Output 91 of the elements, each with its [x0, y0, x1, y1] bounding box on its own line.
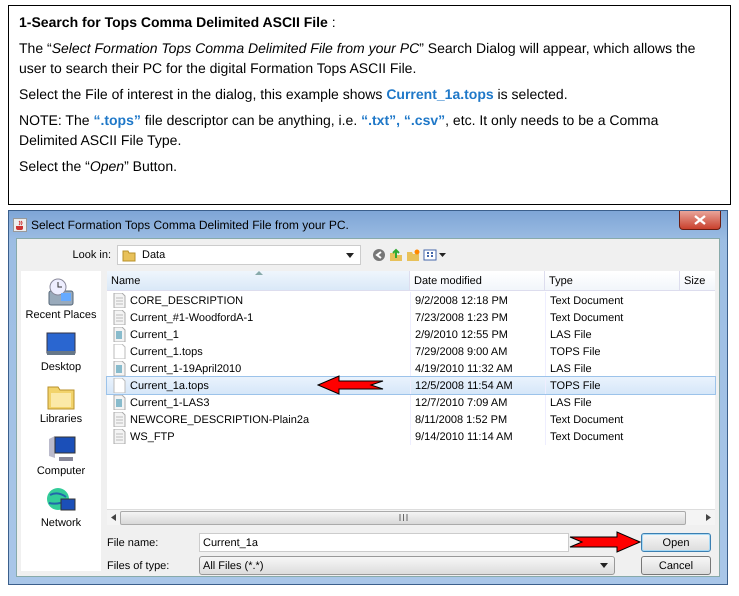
file-name: Current_1a.tops	[130, 380, 209, 392]
file-name: Current_#1-WoodfordA-1	[130, 312, 254, 324]
scroll-right-icon	[706, 514, 711, 521]
horizontal-scrollbar[interactable]	[107, 509, 715, 525]
instruction-text: Select the File of interest in the dialog, this example shows Current_1a.tops is selected.	[19, 85, 569, 104]
scroll-left-icon	[111, 514, 116, 521]
file-date: 9/14/2010 11:14 AM	[410, 428, 545, 445]
places-label: Recent Places	[26, 309, 96, 321]
arrow-annotation	[317, 375, 385, 395]
folder-icon	[122, 248, 136, 262]
file-row[interactable]: Current_1.tops 7/29/2008 9:00 AM TOPS File	[107, 343, 715, 360]
file-type: Text Document	[545, 309, 680, 326]
file-name-field[interactable]: Current_1a	[199, 533, 569, 552]
places-label: Libraries	[40, 413, 82, 425]
column-header[interactable]: Name	[107, 271, 410, 290]
dialog-button[interactable]: Open	[641, 533, 711, 552]
window-title: Select Formation Tops Comma Delimited File from your PC.	[31, 218, 350, 232]
files-of-type-dropdown[interactable]: All Files (*.*)	[199, 556, 615, 575]
places-label: Computer	[36, 465, 86, 477]
file-row[interactable]: Current_1a.tops 12/5/2008 11:54 AM TOPS File	[107, 377, 715, 394]
instruction-text: Select the “Open” Button.	[19, 157, 178, 176]
close-icon	[694, 215, 706, 225]
file-date: 8/11/2008 1:52 PM	[410, 411, 545, 428]
file-row[interactable]: WS_FTP 9/14/2010 11:14 AM Text Document	[107, 428, 715, 445]
file-date: 12/7/2010 7:09 AM	[410, 394, 545, 411]
file-name: Current_1	[130, 328, 179, 340]
up-folder-button[interactable]	[388, 247, 404, 263]
file-name: Current_1-LAS3	[130, 396, 210, 408]
java-cup-icon	[13, 218, 27, 232]
file-date: 9/2/2008 12:18 PM	[410, 292, 545, 309]
file-date: 7/29/2008 9:00 AM	[410, 343, 545, 360]
file-name-label: File name:	[107, 536, 160, 548]
dropdown-caret-icon	[600, 563, 608, 568]
column-header[interactable]: Date modified	[410, 271, 545, 290]
file-icon	[113, 412, 126, 427]
file-date: 12/5/2008 11:54 AM	[410, 377, 545, 394]
view-menu-icon	[423, 248, 437, 262]
places-item[interactable]: Network	[40, 485, 82, 531]
back-arrow-button[interactable]	[371, 247, 387, 263]
look-in-label: Look in:	[71, 249, 112, 261]
arrow-annotation	[569, 531, 641, 553]
file-name: Current_1.tops	[130, 346, 203, 358]
file-icon	[113, 327, 126, 342]
file-icon	[113, 378, 126, 393]
places-item[interactable]: Desktop	[40, 329, 82, 375]
look-in-dropdown[interactable]: Data	[117, 245, 361, 265]
column-header[interactable]: Type	[545, 271, 680, 290]
dropdown-caret-icon	[439, 253, 446, 257]
instruction-text: The “Select Formation Tops Comma Delimited File from your PC” Search Dialog will appear, which allows the user to search their PC for the digital Formation Tops ASCII File.	[19, 39, 696, 78]
file-row[interactable]: Current_1-LAS3 12/7/2010 7:09 AM LAS File	[107, 394, 715, 411]
file-row[interactable]: Current_1 2/9/2010 12:55 PM LAS File	[107, 326, 715, 343]
file-icon	[113, 344, 126, 359]
file-type: Text Document	[545, 411, 680, 428]
file-name: CORE_DESCRIPTION	[130, 294, 244, 306]
sort-arrow-icon	[255, 271, 263, 275]
grip-icon	[398, 514, 408, 521]
file-icon	[113, 395, 126, 410]
file-date: 2/9/2010 12:55 PM	[410, 326, 545, 343]
places-item[interactable]: Computer	[36, 433, 86, 479]
close-button[interactable]	[679, 211, 721, 230]
instruction-text: NOTE: The “.tops” file descriptor can be anything, i.e. “.txt”, “.csv”, etc. It only needs to be a Comma Delimited ASCII File Type.	[19, 111, 660, 150]
up-folder-icon	[389, 248, 403, 262]
file-date: 7/23/2008 1:23 PM	[410, 309, 545, 326]
file-type: TOPS File	[545, 343, 680, 360]
file-type: Text Document	[545, 292, 680, 309]
file-name: WS_FTP	[130, 430, 175, 442]
file-name: NEWCORE_DESCRIPTION-Plain2a	[130, 414, 310, 426]
file-row[interactable]: CORE_DESCRIPTION 9/2/2008 12:18 PM Text Document	[107, 292, 715, 309]
dropdown-caret-icon	[346, 252, 354, 258]
file-icon	[113, 310, 126, 325]
places-label: Desktop	[40, 361, 82, 373]
file-name: Current_1-19April2010	[130, 362, 242, 374]
file-type: Text Document	[545, 428, 680, 445]
places-item[interactable]: Libraries	[40, 381, 82, 427]
places-label: Network	[40, 517, 82, 529]
file-type: LAS File	[545, 394, 680, 411]
view-menu-button[interactable]	[422, 247, 438, 263]
files-of-type-label: Files of type:	[107, 560, 170, 572]
file-icon	[113, 361, 126, 376]
file-icon	[113, 293, 126, 308]
scrollbar-thumb[interactable]	[120, 510, 686, 524]
file-type: LAS File	[545, 326, 680, 343]
new-folder-icon	[406, 248, 420, 262]
column-header[interactable]: Size	[680, 271, 715, 290]
file-row[interactable]: Current_#1-WoodfordA-1 7/23/2008 1:23 PM Text Document	[107, 309, 715, 326]
file-type: TOPS File	[545, 377, 680, 394]
places-item[interactable]: Recent Places	[26, 277, 96, 323]
file-row[interactable]: NEWCORE_DESCRIPTION-Plain2a 8/11/2008 1:52 PM Text Document	[107, 411, 715, 428]
instruction-heading: 1-Search for Tops Comma Delimited ASCII File :	[19, 13, 337, 32]
dialog-button[interactable]: Cancel	[641, 556, 711, 575]
file-icon	[113, 429, 126, 444]
